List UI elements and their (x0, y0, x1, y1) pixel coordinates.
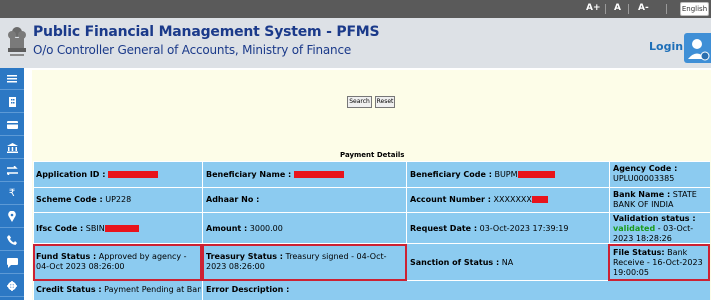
account-number-label: Account Number : (410, 195, 491, 204)
language-button[interactable]: English (680, 2, 709, 16)
reset-button[interactable]: Reset (375, 96, 395, 108)
scheme-code-cell: Scheme Code : UP228 (36, 195, 201, 205)
amount-cell: Amount : 3000.00 (206, 224, 404, 234)
ifsc-code-value: SBIN (85, 224, 105, 233)
font-increase-button[interactable]: A+ (586, 3, 601, 13)
scheme-code-value: UP228 (105, 195, 132, 204)
user-login-icon[interactable] (684, 33, 711, 63)
site-header: Public Financial Management System - PFM… (0, 18, 711, 68)
validation-status-label: Validation status : (613, 214, 696, 223)
agency-code-value: UPLU00003385 (613, 174, 675, 183)
bank-name-label: Bank Name : (613, 190, 671, 199)
top-utility-bar: A+ A A- English (0, 0, 711, 18)
gear-icon[interactable] (0, 275, 24, 297)
state-emblem-icon (8, 27, 26, 56)
font-decrease-button[interactable]: A- (638, 3, 649, 13)
building-icon[interactable] (0, 91, 24, 113)
beneficiary-name-cell: Beneficiary Name : (206, 170, 404, 180)
amount-value: 3000.00 (249, 224, 283, 233)
sanction-status-cell: Sanction of Status : NA (410, 258, 608, 268)
agency-code-label: Agency Code : (613, 164, 678, 173)
account-number-cell: Account Number : XXXXXXX (410, 195, 608, 205)
chat-icon[interactable] (0, 252, 24, 274)
phone-icon[interactable] (0, 229, 24, 251)
request-date-cell: Request Date : 03-Oct-2023 17:39:19 (410, 224, 608, 234)
error-description-label: Error Description : (206, 285, 290, 294)
request-date-value: 03-Oct-2023 17:39:19 (479, 224, 569, 233)
login-link[interactable]: Login (649, 40, 683, 53)
account-number-value: XXXXXXX (493, 195, 532, 204)
location-icon[interactable] (0, 206, 24, 228)
left-sidebar: ₹ (0, 68, 24, 300)
amount-label: Amount : (206, 224, 248, 233)
treasury-status-highlight (202, 244, 407, 281)
beneficiary-code-label: Beneficiary Code : (410, 170, 492, 179)
credit-status-cell: Credit Status : Payment Pending at Bank (36, 285, 201, 295)
payment-details-title: Payment Details (340, 151, 405, 159)
request-date-label: Request Date : (410, 224, 478, 233)
sanction-status-label: Sanction of Status : (410, 258, 500, 267)
error-description-cell: Error Description : (206, 285, 606, 295)
credit-status-label: Credit Status : (36, 285, 102, 294)
validation-status-cell: Validation status : validated - 03-Oct-2… (613, 214, 708, 244)
agency-code-cell: Agency Code : UPLU00003385 (613, 164, 708, 184)
beneficiary-code-value: BUPM (494, 170, 518, 179)
rupee-icon[interactable]: ₹ (0, 183, 24, 205)
adhaar-label: Adhaar No : (206, 195, 260, 204)
adhaar-cell: Adhaar No : (206, 195, 404, 205)
scheme-code-label: Scheme Code : (36, 195, 103, 204)
beneficiary-code-cell: Beneficiary Code : BUPM (410, 170, 608, 180)
search-button[interactable]: Search (347, 96, 372, 108)
transfer-icon[interactable] (0, 160, 24, 182)
divider (628, 4, 629, 14)
bank-name-cell: Bank Name : STATE BANK OF INDIA (613, 190, 708, 210)
ifsc-code-cell: Ifsc Code : SBIN (36, 224, 201, 234)
redaction-bar (104, 225, 139, 232)
bank-icon[interactable] (0, 137, 24, 159)
card-icon[interactable] (0, 114, 24, 136)
application-id-cell: Application ID : (36, 170, 201, 180)
beneficiary-name-label: Beneficiary Name : (206, 170, 292, 179)
ifsc-code-label: Ifsc Code : (36, 224, 84, 233)
redaction-bar (107, 171, 158, 178)
redaction-bar (517, 171, 555, 178)
sanction-status-value: NA (501, 258, 514, 267)
font-normal-button[interactable]: A (614, 3, 621, 13)
validation-status-value: validated (613, 224, 656, 233)
menu-icon[interactable] (0, 68, 24, 90)
page-subtitle: O/o Controller General of Accounts, Mini… (33, 43, 352, 57)
divider (666, 4, 667, 14)
file-status-highlight (608, 244, 710, 281)
redaction-bar (293, 171, 344, 178)
credit-status-value: Payment Pending at Bank (104, 285, 201, 294)
fund-status-highlight (33, 244, 202, 281)
divider (605, 4, 606, 14)
application-id-label: Application ID : (36, 170, 106, 179)
page-title: Public Financial Management System - PFM… (33, 24, 380, 40)
redaction-bar (531, 196, 548, 203)
